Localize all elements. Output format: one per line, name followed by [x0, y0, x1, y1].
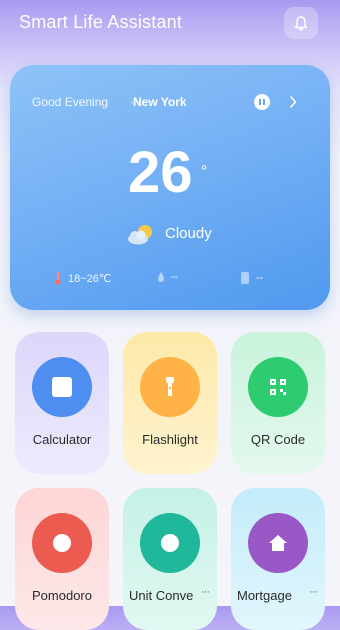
humidity-text: --	[171, 271, 179, 283]
notification-button[interactable]	[284, 7, 318, 39]
humidity-stat: --	[157, 271, 178, 283]
pomodoro-circle	[32, 513, 92, 573]
tool-pomodoro[interactable]: Pomodoro	[15, 488, 109, 630]
weather-detail-button[interactable]	[284, 92, 302, 112]
more-indicator: ···	[309, 586, 318, 598]
app-title: Smart Life Assistant	[19, 12, 183, 32]
calculator-circle	[32, 357, 92, 417]
water-drop-icon	[158, 272, 164, 282]
tool-label: Mortgage	[237, 588, 292, 603]
temperature-value: 26	[128, 140, 193, 205]
tool-qr-code[interactable]: QR Code	[231, 332, 325, 474]
pause-icon	[259, 99, 265, 105]
greeting-text: Good Evening	[32, 95, 109, 109]
flashlight-icon	[166, 377, 174, 396]
thermometer-icon	[55, 272, 61, 285]
calculator-icon	[52, 377, 72, 397]
unit-convert-icon	[161, 534, 179, 552]
temp-range-stat: 18~26℃	[54, 271, 111, 285]
city-name: New York	[133, 95, 187, 109]
tool-label: Pomodoro	[32, 588, 92, 603]
tool-label: Calculator	[32, 432, 92, 447]
tool-label: Unit Conve	[129, 588, 194, 603]
timer-icon	[53, 534, 71, 552]
flashlight-circle	[140, 357, 200, 417]
bell-icon	[294, 15, 308, 31]
tool-flashlight[interactable]: Flashlight	[123, 332, 217, 474]
partly-cloudy-icon	[128, 225, 152, 245]
temp-range-text: 18~26℃	[68, 272, 112, 285]
qr-code-circle	[248, 357, 308, 417]
degree-symbol: °	[201, 163, 208, 180]
air-quality-stat: --	[240, 271, 263, 285]
unit-converter-circle	[140, 513, 200, 573]
air-quality-text: --	[256, 272, 264, 284]
qr-code-icon	[270, 379, 286, 395]
chevron-right-icon	[290, 96, 297, 108]
weather-card[interactable]: Good Evening · New York 26 ° Cloudy 18~2…	[10, 65, 330, 310]
air-quality-icon	[241, 272, 249, 284]
app-header: Smart Life Assistant	[0, 0, 340, 50]
condition-text: Cloudy	[165, 225, 212, 242]
weather-audio-button[interactable]	[254, 94, 270, 110]
tool-unit-converter[interactable]: Unit Conve ···	[123, 488, 217, 630]
tool-mortgage[interactable]: Mortgage ···	[231, 488, 325, 630]
mortgage-circle	[248, 513, 308, 573]
tool-calculator[interactable]: Calculator	[15, 332, 109, 474]
home-icon	[269, 535, 287, 551]
tool-label: Flashlight	[142, 432, 198, 447]
tool-label: QR Code	[250, 432, 306, 447]
more-indicator: ···	[201, 586, 210, 598]
